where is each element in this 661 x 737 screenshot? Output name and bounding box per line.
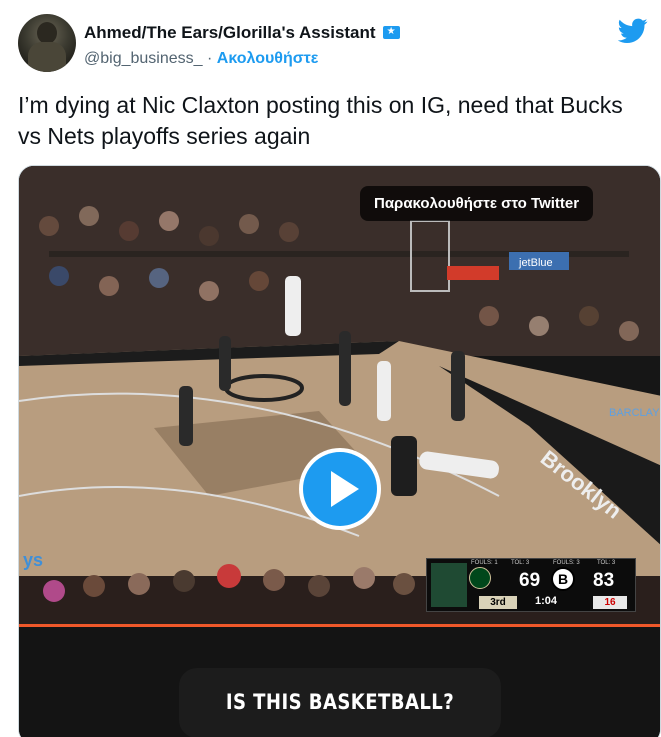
barclays-sign: BARCLAYS [609,407,661,419]
mil-fouls: FOULS: 1 [471,560,498,566]
tweet-header: Ahmed/The Ears/Glorilla's Assistant @big… [18,14,648,80]
jetblue-sign: jetBlue [518,257,553,269]
shot-clock: 16 [593,596,627,609]
bkn-fouls: FOULS: 3 [553,560,580,566]
bucks-logo-icon [469,567,491,589]
video-caption: IS THIS BASKETBALL? [225,690,455,714]
nets-logo-icon [551,567,575,591]
quarter: 3rd [479,596,517,609]
watch-on-twitter-button[interactable]: Παρακολουθήστε στο Twitter [360,186,594,221]
video-progress-bar[interactable] [19,624,660,627]
svg-text:ys: ys [23,550,43,570]
video-player[interactable]: jetBlue Brooklyn BARCLAYS [18,165,661,737]
mil-tol: TOL: 3 [511,560,530,566]
author-handle[interactable]: @big_business_ [84,50,203,67]
separator: · [207,50,213,67]
network-logo [431,563,467,607]
author-name[interactable]: Ahmed/The Ears/Glorilla's Assistant [84,23,400,43]
follow-button[interactable]: Ακολουθήστε [217,50,319,67]
avatar[interactable] [18,14,76,72]
caption-box: IS THIS BASKETBALL? [179,668,501,737]
verified-badge-icon [382,26,400,39]
author-display-name[interactable]: Ahmed/The Ears/Glorilla's Assistant [84,23,376,42]
scorebug-status-row: 3rd 1:04 16 [469,595,635,611]
mil-score: 69 [519,570,541,591]
game-clock: 1:04 [535,595,558,607]
author-handle-line: @big_business_ · Ακολουθήστε [84,50,318,68]
scorebug: FOULS: 1 TOL: 3 69 FOULS: 3 TOL: 3 83 3r… [426,558,636,612]
play-icon [331,471,359,507]
play-button[interactable] [299,448,381,530]
twitter-bird-icon[interactable] [618,18,648,44]
bkn-score: 83 [593,570,615,591]
tweet-text: I’m dying at Nic Claxton posting this on… [18,92,623,149]
bkn-tol: TOL: 3 [597,560,616,566]
